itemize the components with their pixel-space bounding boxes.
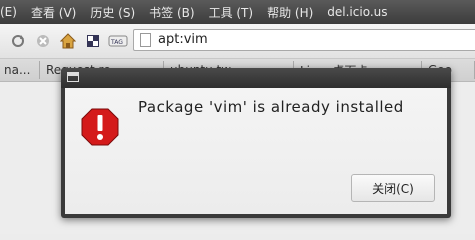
dialog-titlebar[interactable]: [61, 68, 451, 88]
page-icon: [140, 33, 151, 47]
reload-icon[interactable]: [10, 33, 26, 49]
dialog-message: Package 'vim' is already installed: [138, 98, 404, 116]
menu-edit[interactable]: (E): [0, 5, 17, 19]
tab-1[interactable]: na...: [0, 61, 40, 79]
home-icon[interactable]: [60, 33, 76, 49]
navigation-toolbar: TAG apt:vim: [0, 24, 475, 59]
menu-history[interactable]: 历史 (S): [90, 4, 135, 21]
tag-icon[interactable]: TAG: [108, 33, 128, 49]
window-icon[interactable]: [67, 72, 79, 82]
menu-delicious[interactable]: del.icio.us: [327, 5, 387, 19]
message-dialog: Package 'vim' is already installed 关闭(C): [61, 68, 451, 218]
svg-text:TAG: TAG: [110, 39, 123, 46]
error-icon: [81, 108, 119, 146]
menu-bookmarks[interactable]: 书签 (B): [149, 4, 194, 21]
url-bar[interactable]: apt:vim: [133, 29, 475, 51]
stop-icon[interactable]: [35, 33, 51, 49]
dialog-body: Package 'vim' is already installed 关闭(C): [65, 88, 447, 214]
bookmark-icon[interactable]: [85, 33, 101, 49]
menu-view[interactable]: 查看 (V): [31, 4, 76, 21]
url-text: apt:vim: [158, 32, 208, 47]
menu-bar: (E) 查看 (V) 历史 (S) 书签 (B) 工具 (T) 帮助 (H) d…: [0, 0, 475, 24]
close-button[interactable]: 关闭(C): [351, 174, 435, 202]
menu-tools[interactable]: 工具 (T): [209, 4, 254, 21]
menu-help[interactable]: 帮助 (H): [267, 4, 313, 21]
